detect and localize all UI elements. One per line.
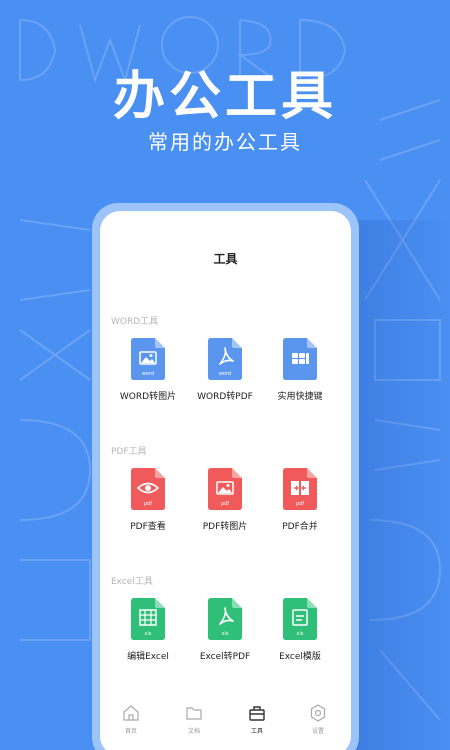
tool-item[interactable]: 实用快捷键 (260, 338, 340, 402)
section-label: Excel工具 (111, 577, 153, 587)
tool-item[interactable]: word WORD转PDF (185, 338, 265, 402)
hero-subtitle: 常用的办公工具 (148, 130, 302, 154)
folder-icon (169, 703, 219, 723)
svg-text:word: word (219, 371, 231, 377)
screen-title: 工具 (213, 252, 238, 266)
phone-screen: 工具 WORD工具 word WORD转图片 word WORD转PDF 实用快捷键 PDF… (100, 211, 351, 750)
section-label: WORD工具 (111, 317, 159, 327)
pdf-icon: xls (208, 598, 242, 640)
tab-label: 设置 (311, 728, 324, 735)
settings-icon (293, 703, 343, 723)
image-icon: pdf (208, 468, 242, 510)
tab-label: 文档 (187, 728, 200, 735)
eye-icon: pdf (131, 468, 165, 510)
svg-text:xls: xls (145, 631, 152, 637)
grid-icon: xls (131, 598, 165, 640)
tool-item[interactable]: pdf PDF转图片 (185, 468, 265, 532)
svg-text:xls: xls (297, 631, 304, 637)
image-icon: word (131, 338, 165, 380)
tool-label: Excel模版 (279, 652, 321, 662)
tool-item[interactable]: pdf PDF合并 (260, 468, 340, 532)
tab-bar: 首页 文档 工具 设置 (100, 703, 351, 743)
template-icon: xls (283, 598, 317, 640)
phone-shadow (350, 220, 450, 750)
tool-label: Excel转PDF (199, 652, 251, 662)
pdf-icon: word (208, 338, 242, 380)
tab-docs[interactable]: 文档 (169, 703, 219, 735)
svg-text:word: word (142, 371, 154, 377)
tool-label: PDF转图片 (202, 522, 248, 532)
svg-text:pdf: pdf (221, 501, 229, 507)
tab-home[interactable]: 首页 (106, 703, 156, 735)
tool-label: WORD转PDF (197, 392, 253, 402)
tool-label: PDF合并 (282, 522, 318, 532)
svg-text:pdf: pdf (144, 501, 152, 507)
svg-text:pdf: pdf (296, 501, 304, 507)
tab-label: 首页 (124, 728, 137, 735)
tool-item[interactable]: xls 编辑Excel (108, 598, 188, 662)
svg-text:xls: xls (222, 631, 229, 637)
tool-label: PDF查看 (130, 522, 166, 532)
tool-item[interactable]: word WORD转图片 (108, 338, 188, 402)
tool-label: 实用快捷键 (277, 392, 323, 402)
home-icon (106, 703, 156, 723)
merge-icon: pdf (283, 468, 317, 510)
tab-settings[interactable]: 设置 (293, 703, 343, 735)
hero-title: 办公工具 (112, 67, 337, 127)
shortcut-icon (283, 338, 317, 380)
tab-label: 工具 (250, 728, 263, 735)
section-label: PDF工具 (111, 447, 147, 457)
tool-label: 编辑Excel (127, 652, 169, 662)
tool-item[interactable]: xls Excel转PDF (185, 598, 265, 662)
tab-tools[interactable]: 工具 (232, 703, 282, 735)
toolbox-icon (232, 703, 282, 723)
tool-label: WORD转图片 (119, 392, 177, 402)
tool-item[interactable]: pdf PDF查看 (108, 468, 188, 532)
tool-item[interactable]: xls Excel模版 (260, 598, 340, 662)
